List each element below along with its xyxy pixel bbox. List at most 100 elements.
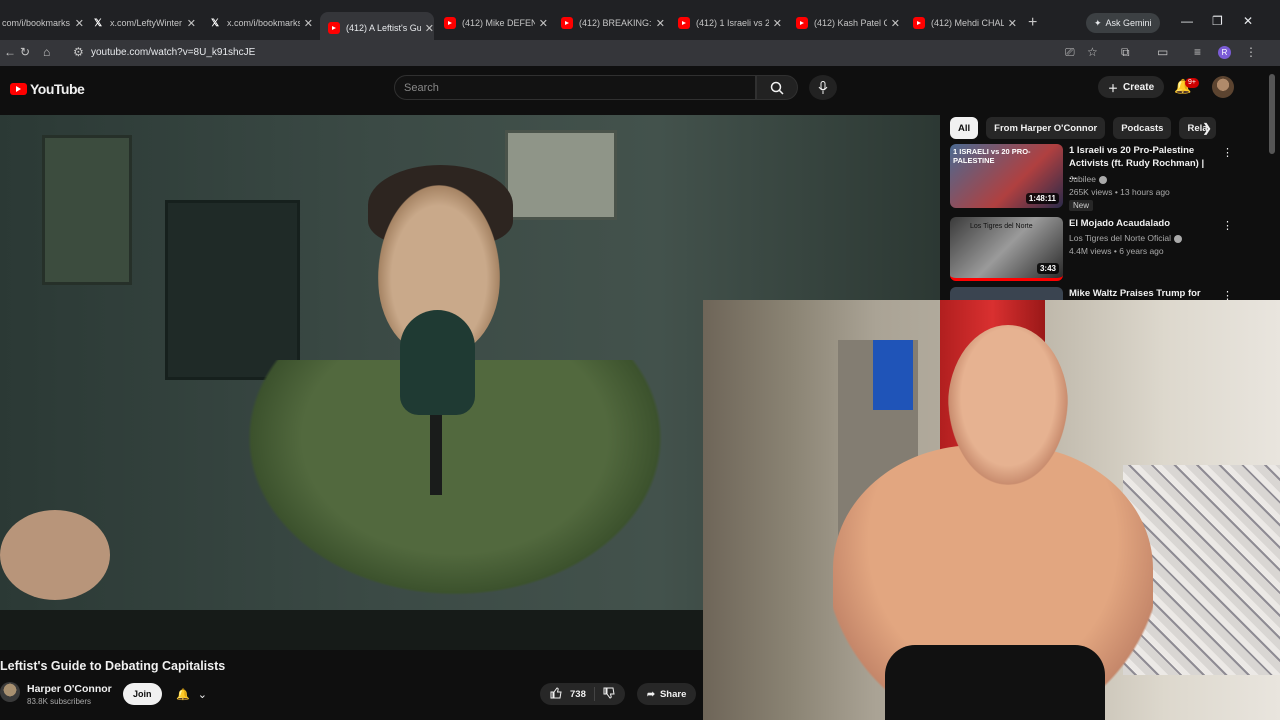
search-input[interactable]: Search: [394, 75, 756, 100]
create-button[interactable]: ＋ Create: [1098, 76, 1165, 98]
video-thumbnail[interactable]: [950, 287, 1063, 300]
youtube-play-icon: [10, 83, 27, 95]
video-frame-painting: [165, 200, 300, 380]
youtube-icon: [678, 17, 690, 29]
close-tab-icon[interactable]: ✕: [425, 22, 434, 35]
reload-icon[interactable]: ↻: [20, 45, 30, 59]
video-title[interactable]: Mike Waltz Praises Trump for: [1069, 287, 1214, 300]
reading-list-icon[interactable]: ≡: [1194, 45, 1201, 59]
scrollbar-thumb[interactable]: [1269, 74, 1275, 154]
video-thumbnail[interactable]: 1 ISRAELI vs 20 PRO-PALESTINE 1:48:11: [950, 144, 1063, 208]
ask-gemini-button[interactable]: ✦ Ask Gemini: [1086, 13, 1160, 33]
chip-from-channel[interactable]: From Harper O'Connor: [986, 117, 1106, 139]
like-dislike-group: 738: [540, 683, 625, 705]
browser-tab[interactable]: (412) Mike DEFEN ✕: [444, 10, 548, 36]
back-icon[interactable]: ←: [4, 45, 16, 59]
browser-tab[interactable]: (412) BREAKING: S✕: [561, 10, 665, 36]
youtube-icon: [796, 17, 808, 29]
minimize-icon[interactable]: —: [1181, 14, 1193, 28]
thumbs-down-icon: [603, 687, 615, 699]
voice-search-button[interactable]: [809, 75, 837, 100]
browser-tab-strip: com/i/bookmarks ✕ 𝕏x.com/LeftyWinter ✕ 𝕏x.…: [0, 0, 1280, 44]
video-title[interactable]: El Mojado Acaudalado: [1069, 217, 1214, 230]
browser-tab[interactable]: com/i/bookmarks ✕: [0, 10, 84, 36]
video-title-heading: Leftist's Guide to Debating Capitalists: [0, 659, 226, 673]
microphone-icon: [818, 80, 828, 94]
close-tab-icon[interactable]: ✕: [75, 17, 84, 30]
account-avatar[interactable]: [1212, 76, 1234, 98]
new-tab-button[interactable]: +: [1028, 14, 1037, 32]
bookmark-star-icon[interactable]: ☆: [1087, 45, 1098, 59]
chevron-down-icon: ⌄: [197, 688, 207, 701]
page-scrollbar[interactable]: [1264, 66, 1280, 300]
maximize-icon[interactable]: ❐: [1212, 14, 1223, 28]
channel-name-link[interactable]: Harper O'Connor: [27, 683, 112, 695]
share-icon: ➦: [647, 688, 655, 700]
subscription-bell-button[interactable]: 🔔 ⌄: [170, 683, 213, 705]
browser-tab[interactable]: (412) 1 Israeli vs 20 ✕: [678, 10, 782, 36]
youtube-icon: [328, 22, 340, 34]
close-window-icon[interactable]: ✕: [1243, 14, 1253, 28]
verified-icon: [1174, 234, 1183, 243]
menu-icon[interactable]: ⋮: [1245, 45, 1257, 59]
close-tab-icon[interactable]: ✕: [539, 17, 548, 30]
home-icon[interactable]: ⌂: [43, 45, 50, 59]
video-frame-painting: [505, 130, 617, 220]
list-item[interactable]: Los Tigres del Norte 3:43 El Mojado Acau…: [950, 217, 1260, 283]
like-button[interactable]: [550, 686, 562, 702]
search-button[interactable]: [756, 75, 798, 100]
close-tab-icon[interactable]: ✕: [1008, 17, 1017, 30]
dislike-button[interactable]: [603, 687, 615, 702]
chip-podcasts[interactable]: Podcasts: [1113, 117, 1172, 139]
channel-avatar[interactable]: [0, 682, 20, 702]
join-button[interactable]: Join: [123, 683, 162, 705]
browser-tab[interactable]: 𝕏x.com/LeftyWinter ✕: [92, 10, 196, 36]
close-tab-icon[interactable]: ✕: [304, 17, 313, 30]
channel-name[interactable]: Los Tigres del Norte Oficial: [1069, 233, 1183, 243]
address-bar[interactable]: youtube.com/watch?v=8U_k91shcJE: [91, 47, 255, 58]
more-options-icon[interactable]: ⋮: [1222, 289, 1233, 300]
filter-chips: All From Harper O'Connor Podcasts Rela: [950, 117, 1216, 139]
list-item[interactable]: Mike Waltz Praises Trump for ⋮: [950, 287, 1260, 300]
youtube-icon: [561, 17, 573, 29]
search-icon: [770, 81, 784, 95]
close-tab-icon[interactable]: ✕: [656, 17, 665, 30]
close-tab-icon[interactable]: ✕: [773, 17, 782, 30]
webcam-person-head: [948, 325, 1068, 485]
side-panel-icon[interactable]: ▭: [1157, 45, 1168, 59]
video-frame-mic-stand: [430, 415, 442, 495]
x-icon: 𝕏: [93, 17, 103, 29]
close-tab-icon[interactable]: ✕: [891, 17, 900, 30]
channel-name[interactable]: Jubilee: [1069, 174, 1107, 184]
like-count: 738: [570, 688, 586, 700]
video-meta: 265K views • 13 hours ago: [1069, 187, 1170, 197]
video-frame-hand: [0, 510, 110, 600]
youtube-header: YouTube Search ＋ Create 🔔: [0, 66, 1264, 112]
more-options-icon[interactable]: ⋮: [1222, 146, 1233, 159]
profile-avatar[interactable]: R: [1218, 46, 1231, 59]
extensions-icon[interactable]: ⧉: [1121, 45, 1130, 60]
list-item[interactable]: 1 ISRAELI vs 20 PRO-PALESTINE 1:48:11 1 …: [950, 144, 1260, 211]
chip-all[interactable]: All: [950, 117, 979, 139]
youtube-logo[interactable]: YouTube: [10, 81, 85, 97]
browser-tab[interactable]: 𝕏x.com/i/bookmarks ✕: [209, 10, 313, 36]
subscriber-count: 83.8K subscribers: [27, 697, 92, 706]
browser-tab[interactable]: (412) Kash Patel C ✕: [796, 10, 900, 36]
x-icon: 𝕏: [210, 17, 220, 29]
video-thumbnail[interactable]: Los Tigres del Norte 3:43: [950, 217, 1063, 281]
browser-tab[interactable]: (412) Mehdi CHALL ✕: [913, 10, 1017, 36]
video-frame-painting: [42, 135, 132, 285]
webcam-box: [873, 340, 913, 410]
site-settings-icon[interactable]: ⚙: [73, 45, 84, 59]
gemini-icon: ✦: [1094, 17, 1102, 28]
plus-icon: ＋: [1108, 83, 1118, 95]
share-button[interactable]: ➦ Share: [637, 683, 697, 705]
install-icon[interactable]: ⎚: [1065, 45, 1075, 60]
webcam-person-shorts: [885, 645, 1105, 720]
chevron-right-icon[interactable]: ❯: [1202, 121, 1212, 135]
close-tab-icon[interactable]: ✕: [187, 17, 196, 30]
more-options-icon[interactable]: ⋮: [1222, 219, 1233, 232]
bell-icon: 🔔: [176, 688, 190, 701]
thumbs-up-icon: [550, 686, 562, 698]
notification-count-badge: 9+: [1185, 78, 1199, 88]
